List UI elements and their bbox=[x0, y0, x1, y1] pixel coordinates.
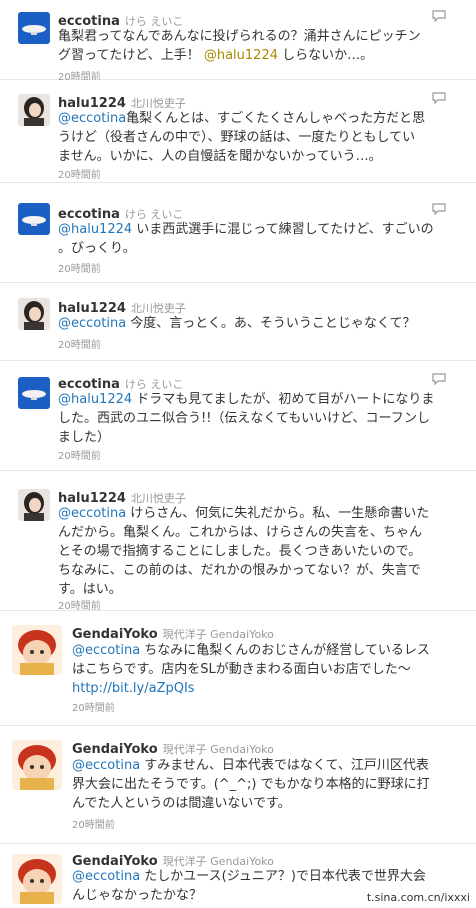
mention-link[interactable]: @eccotina bbox=[72, 643, 140, 658]
woman-portrait-icon bbox=[18, 489, 50, 521]
avatar[interactable] bbox=[12, 740, 62, 790]
avatar[interactable] bbox=[18, 203, 50, 235]
avatar[interactable] bbox=[18, 489, 50, 521]
timestamp[interactable]: 20時間前 bbox=[58, 336, 101, 351]
tweet: halu1224 北川悦吏子 @eccotina亀梨くんとは、すごくたくさんしゃべ… bbox=[0, 80, 476, 183]
mention-link[interactable]: @eccotina bbox=[58, 111, 126, 126]
reply-icon[interactable] bbox=[432, 92, 446, 104]
tweet-text: @eccotina すみません、日本代表ではなくて、江戸川区代表 界大会に出たそ… bbox=[72, 758, 430, 811]
mention-link[interactable]: @halu1224 bbox=[58, 392, 132, 407]
timestamp[interactable]: 20時間前 bbox=[58, 597, 101, 612]
reply-icon[interactable] bbox=[432, 373, 446, 385]
timestamp[interactable]: 20時間前 bbox=[58, 166, 101, 181]
timestamp[interactable]: 20時間前 bbox=[58, 447, 101, 462]
timestamp[interactable]: 20時間前 bbox=[72, 699, 115, 714]
woman-portrait-icon bbox=[18, 298, 50, 330]
timestamp[interactable]: 20時間前 bbox=[58, 260, 101, 275]
avatar[interactable] bbox=[18, 94, 50, 126]
cartoon-girl-icon bbox=[12, 740, 62, 790]
tweet-text: @halu1224 いま西武選手に混じって練習してたけど、すごいの 。びっくり。 bbox=[58, 222, 434, 256]
mention-link[interactable]: @eccotina bbox=[72, 758, 140, 773]
avatar[interactable] bbox=[18, 298, 50, 330]
watermark: t.sina.com.cn/ixxxi bbox=[366, 891, 470, 904]
tweet: eccotina けら えいこ @halu1224 ドラマも見てましたが、初めて目… bbox=[0, 361, 476, 471]
blimp-icon bbox=[18, 377, 50, 409]
mention-link[interactable]: @halu1224 bbox=[204, 48, 278, 63]
mention-link[interactable]: @eccotina bbox=[72, 869, 140, 884]
blimp-icon bbox=[18, 12, 50, 44]
woman-portrait-icon bbox=[18, 94, 50, 126]
tweet-text: @eccotina ちなみに亀梨くんのおじさんが経営しているレス はこちらです。… bbox=[72, 643, 430, 696]
avatar[interactable] bbox=[12, 625, 62, 675]
avatar[interactable] bbox=[18, 12, 50, 44]
username[interactable]: GendaiYoko bbox=[72, 627, 158, 642]
real-name: 現代洋子 GendaiYoko bbox=[162, 628, 274, 641]
tweet: halu1224 北川悦吏子 @eccotina けらさん、何気に失礼だから。私、… bbox=[0, 471, 476, 612]
reply-icon[interactable] bbox=[432, 10, 446, 22]
tweet-text: @eccotina 今度、言っとく。あ、そういうことじゃなくて？ bbox=[58, 316, 416, 331]
tweet: GendaiYoko 現代洋子 GendaiYoko @eccotina たしかユ… bbox=[0, 844, 476, 908]
tweet: eccotina けら えいこ @halu1224 いま西武選手に混じって練習して… bbox=[0, 183, 476, 283]
tweet-text: @eccotina けらさん、何気に失礼だから。私、一生懸命書いた んだから。亀… bbox=[58, 506, 430, 597]
avatar[interactable] bbox=[12, 854, 62, 904]
cartoon-girl-icon bbox=[12, 854, 62, 904]
url-link[interactable]: http://bit.ly/aZpQIs bbox=[72, 681, 195, 696]
tweet-text: 亀梨君ってなんであんなに投げられるの？涌井さんにピッチン グ習ってたけど、上手！… bbox=[58, 29, 421, 63]
tweet-text: @halu1224 ドラマも見てましたが、初めて目がハートになりま した。西武の… bbox=[58, 392, 435, 445]
tweet: halu1224 北川悦吏子 @eccotina 今度、言っとく。あ、そういうこと… bbox=[0, 283, 476, 361]
username[interactable]: GendaiYoko bbox=[72, 742, 158, 757]
avatar[interactable] bbox=[18, 377, 50, 409]
mention-link[interactable]: @eccotina bbox=[58, 316, 126, 331]
blimp-icon bbox=[18, 203, 50, 235]
tweet-text: @eccotina亀梨くんとは、すごくたくさんしゃべった方だと思 うけど（役者さ… bbox=[58, 111, 426, 164]
mention-link[interactable]: @eccotina bbox=[58, 506, 126, 521]
tweet: GendaiYoko 現代洋子 GendaiYoko @eccotina ちなみに… bbox=[0, 611, 476, 726]
reply-icon[interactable] bbox=[432, 203, 446, 215]
mention-link[interactable]: @halu1224 bbox=[58, 222, 132, 237]
timestamp[interactable]: 20時間前 bbox=[72, 816, 115, 831]
tweet: GendaiYoko 現代洋子 GendaiYoko @eccotina すみませ… bbox=[0, 726, 476, 844]
real-name: 現代洋子 GendaiYoko bbox=[162, 743, 274, 756]
tweet: eccotina けら えいこ 亀梨君ってなんであんなに投げられるの？涌井さんにピ… bbox=[0, 0, 476, 83]
cartoon-girl-icon bbox=[12, 625, 62, 675]
